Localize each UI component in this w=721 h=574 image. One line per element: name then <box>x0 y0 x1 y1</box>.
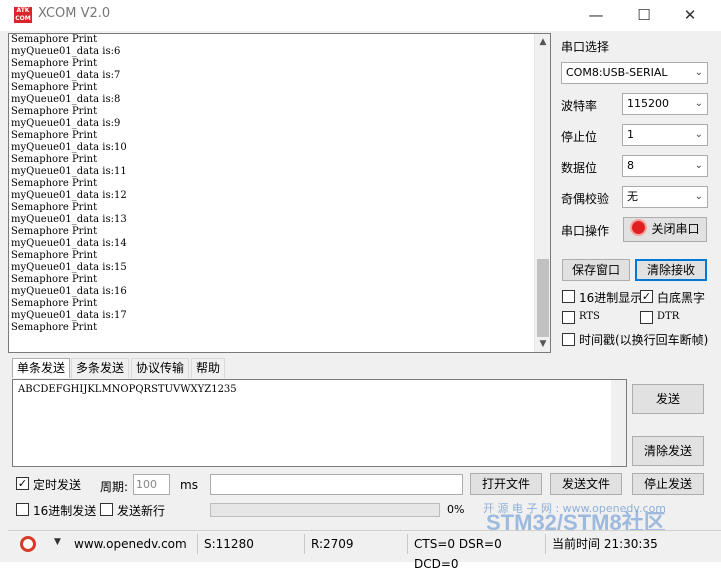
baud-select[interactable]: 115200 ⌄ <box>622 93 708 115</box>
app-logo-icon: ATK COM <box>14 7 32 23</box>
status-sent-count: S:11280 <box>198 534 305 554</box>
ms-label: ms <box>180 478 198 492</box>
port-label: 串口选择 <box>561 40 610 54</box>
hex-send-label: 16进制发送 <box>33 504 97 518</box>
settings-gear-icon[interactable] <box>20 536 36 552</box>
chevron-down-icon: ⌄ <box>694 98 703 109</box>
dtr-checkbox[interactable] <box>640 311 653 324</box>
receive-scrollbar[interactable]: ▲ ▼ <box>534 34 550 352</box>
timestamp-checkbox[interactable] <box>562 333 575 346</box>
timestamp-label: 时间戳(以换行回车断帧) <box>579 333 709 347</box>
stop-send-button[interactable]: 停止发送 <box>632 473 704 495</box>
port-select[interactable]: COM8:USB-SERIAL ⌄ <box>561 62 708 84</box>
window-title: XCOM V2.0 <box>38 6 111 21</box>
port-operation-label: 串口操作 <box>561 224 610 238</box>
baud-label: 波特率 <box>561 99 598 113</box>
hex-display-label: 16进制显示 <box>579 291 643 305</box>
tab-multi-send[interactable]: 多条发送 <box>71 358 130 378</box>
send-progress-bar <box>210 503 440 517</box>
white-black-checkbox[interactable]: ✓ <box>640 290 653 303</box>
close-button[interactable]: ✕ <box>670 4 710 26</box>
record-icon <box>630 219 648 236</box>
dropdown-arrow-icon[interactable]: ▼ <box>54 537 61 547</box>
receive-text: Semaphore Print myQueue01_data is:6 Sema… <box>11 34 127 333</box>
send-scrollbar[interactable] <box>611 380 626 466</box>
status-bar: ▼ www.openedv.com S:11280 R:2709 CTS=0 D… <box>8 530 721 571</box>
scroll-down-icon[interactable]: ▼ <box>535 336 550 352</box>
status-signals: CTS=0 DSR=0 DCD=0 <box>408 534 546 571</box>
data-bits-select[interactable]: 8 ⌄ <box>622 155 708 177</box>
file-path-input[interactable] <box>210 474 463 495</box>
clear-receive-button[interactable]: 清除接收 <box>635 259 707 281</box>
parity-value: 无 <box>627 190 638 203</box>
maximize-button[interactable]: ☐ <box>624 4 664 26</box>
hex-display-checkbox[interactable] <box>562 290 575 303</box>
send-text: ABCDEFGHIJKLMNOPQRSTUVWXYZ1235 <box>18 384 237 395</box>
send-button[interactable]: 发送 <box>632 384 704 414</box>
chevron-down-icon: ⌄ <box>694 129 703 140</box>
scroll-thumb[interactable] <box>537 259 549 337</box>
tab-protocol[interactable]: 协议传输 <box>131 358 190 378</box>
scroll-up-icon[interactable]: ▲ <box>535 34 550 50</box>
period-input[interactable]: 100 <box>133 474 170 495</box>
clear-send-button[interactable]: 清除发送 <box>632 436 704 466</box>
close-port-label: 关闭串口 <box>651 222 700 236</box>
period-label: 周期: <box>100 480 129 494</box>
rts-label: RTS <box>579 311 600 322</box>
data-bits-label: 数据位 <box>561 161 598 175</box>
tab-single-send[interactable]: 单条发送 <box>12 358 71 378</box>
send-newline-label: 发送新行 <box>117 504 166 518</box>
stop-bits-value: 1 <box>627 128 634 141</box>
baud-value: 115200 <box>627 97 669 110</box>
timed-send-label: 定时发送 <box>33 478 82 492</box>
chevron-down-icon: ⌄ <box>694 160 703 171</box>
minimize-button[interactable]: — <box>576 4 616 26</box>
status-website[interactable]: www.openedv.com <box>68 534 198 554</box>
timed-send-checkbox[interactable]: ✓ <box>16 477 29 490</box>
title-bar: ATK COM XCOM V2.0 — ☐ ✕ <box>0 0 721 31</box>
dtr-label: DTR <box>657 311 680 322</box>
open-file-button[interactable]: 打开文件 <box>470 473 542 495</box>
data-bits-value: 8 <box>627 159 634 172</box>
status-time: 当前时间 21:30:35 <box>552 537 658 551</box>
save-window-button[interactable]: 保存窗口 <box>562 259 630 281</box>
rts-checkbox[interactable] <box>562 311 575 324</box>
status-received-count: R:2709 <box>305 534 408 554</box>
progress-text: 0% <box>447 503 465 516</box>
hex-send-checkbox[interactable] <box>16 503 29 516</box>
chevron-down-icon: ⌄ <box>694 191 703 202</box>
stop-bits-label: 停止位 <box>561 130 598 144</box>
send-newline-checkbox[interactable] <box>100 503 113 516</box>
send-textarea[interactable]: ABCDEFGHIJKLMNOPQRSTUVWXYZ1235 <box>12 379 627 467</box>
parity-select[interactable]: 无 ⌄ <box>622 186 708 208</box>
send-file-button[interactable]: 发送文件 <box>550 473 622 495</box>
port-value: COM8:USB-SERIAL <box>566 66 668 79</box>
white-black-label: 白底黑字 <box>657 291 706 305</box>
close-port-button[interactable]: 关闭串口 <box>623 217 707 242</box>
receive-textarea[interactable]: Semaphore Print myQueue01_data is:6 Sema… <box>8 33 551 353</box>
tab-help[interactable]: 帮助 <box>191 358 226 378</box>
parity-label: 奇偶校验 <box>561 192 610 206</box>
chevron-down-icon: ⌄ <box>694 67 703 78</box>
stop-bits-select[interactable]: 1 ⌄ <box>622 124 708 146</box>
